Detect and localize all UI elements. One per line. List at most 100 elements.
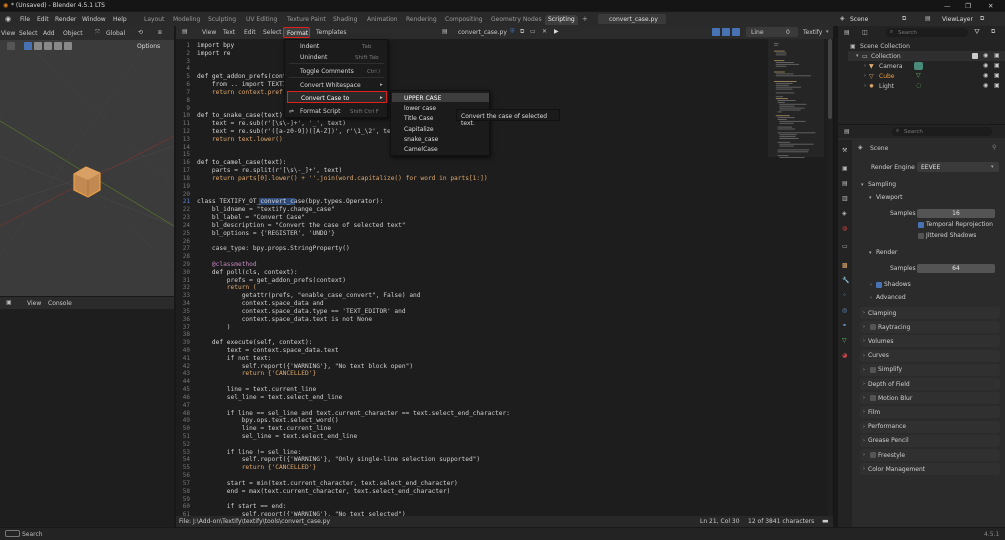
- panel-performance[interactable]: › Performance: [860, 420, 1000, 433]
- viewport-menu-add[interactable]: Add: [43, 30, 55, 37]
- word-wrap-toggle-icon[interactable]: [722, 28, 730, 36]
- panel-raytracing[interactable]: › Raytracing: [860, 321, 1000, 334]
- new-view-layer-icon[interactable]: ⧉: [980, 15, 984, 23]
- line-number-field[interactable]: Line 0: [746, 27, 798, 37]
- physics-tab-icon[interactable]: ◎: [842, 307, 847, 314]
- submenu-item-lower-case[interactable]: lower case: [404, 105, 436, 112]
- outliner-scene-collection[interactable]: Scene Collection: [860, 43, 910, 50]
- panel-grease-pencil[interactable]: › Grease Pencil: [860, 434, 1000, 447]
- editor-menu-text[interactable]: Text: [223, 29, 235, 36]
- text-block-name[interactable]: convert_case.py: [458, 29, 507, 36]
- viewport-menu-view[interactable]: View: [1, 30, 15, 37]
- render-camera-icon[interactable]: ▣: [994, 72, 1000, 79]
- new-collection-icon[interactable]: ⧉: [991, 28, 995, 36]
- render-camera-icon[interactable]: ▣: [994, 82, 1000, 89]
- panel-film[interactable]: › Film: [860, 406, 1000, 419]
- view-layer-tab-icon[interactable]: ▥: [842, 195, 848, 202]
- expand-arrow-icon[interactable]: ›: [864, 83, 866, 89]
- tab-rendering[interactable]: Rendering: [403, 15, 440, 25]
- editor-scrollbar[interactable]: [828, 39, 832, 516]
- panel-curves[interactable]: › Curves: [860, 349, 1000, 362]
- menu-item-convert-whitespace[interactable]: Convert Whitespace: [300, 82, 361, 89]
- outliner-row-camera[interactable]: › ▼ Camera ◉ ▣: [848, 61, 1005, 71]
- expand-arrow-icon[interactable]: ▾: [856, 53, 859, 59]
- submenu-item-camel-case[interactable]: CamelCase: [404, 146, 438, 153]
- tab-sculpting[interactable]: Sculpting: [205, 15, 239, 25]
- expand-arrow-icon[interactable]: ›: [864, 73, 866, 79]
- blender-menu-icon[interactable]: ◉: [5, 15, 11, 23]
- select-invert-icon[interactable]: [54, 42, 62, 50]
- tab-modeling[interactable]: Modeling: [170, 15, 203, 25]
- add-workspace-button[interactable]: +: [582, 15, 588, 23]
- editor-menu-edit[interactable]: Edit: [244, 29, 256, 36]
- subpanel-viewport[interactable]: Viewport: [876, 194, 903, 201]
- tab-texture-paint[interactable]: Texture Paint: [284, 15, 329, 25]
- panel-motion-blur[interactable]: › Motion Blur: [860, 392, 1000, 405]
- filter-icon[interactable]: ⛛: [974, 28, 980, 37]
- tab-animation[interactable]: Animation: [364, 15, 401, 25]
- display-mode-icon[interactable]: ◫: [862, 29, 868, 36]
- render-tab-icon[interactable]: ▣: [842, 165, 848, 172]
- properties-editor-icon[interactable]: ▤: [844, 128, 850, 135]
- transform-orientation-dropdown[interactable]: Global: [106, 30, 125, 37]
- shadows-checkbox[interactable]: [876, 282, 882, 288]
- tab-layout[interactable]: Layout: [141, 15, 167, 25]
- python-console[interactable]: [0, 297, 174, 527]
- editor-type-icon[interactable]: ▣: [6, 299, 12, 306]
- menu-item-unindent[interactable]: Unindent: [300, 54, 327, 61]
- fake-user-icon[interactable]: ⛨: [510, 28, 515, 36]
- close-button[interactable]: ✕: [988, 2, 993, 10]
- panel-sampling[interactable]: Sampling: [868, 181, 896, 188]
- material-tab-icon[interactable]: ◕: [842, 352, 847, 359]
- editor-scrollbar-thumb[interactable]: [828, 39, 832, 119]
- render-samples-field[interactable]: 64: [917, 264, 995, 273]
- pin-icon[interactable]: ⚲: [992, 144, 996, 151]
- editor-menu-select[interactable]: Select: [263, 29, 282, 36]
- view-layer-selector[interactable]: ViewLayer: [942, 16, 973, 23]
- select-intersect-icon[interactable]: [64, 42, 72, 50]
- scene-selector[interactable]: Scene: [850, 16, 868, 23]
- viewport-menu-object[interactable]: Object: [63, 30, 83, 37]
- editor-menu-templates[interactable]: Templates: [316, 29, 347, 36]
- visibility-eye-icon[interactable]: ◉: [983, 72, 988, 79]
- particles-tab-icon[interactable]: ⁘: [842, 292, 847, 299]
- object-tab-icon[interactable]: ▩: [842, 262, 848, 269]
- submenu-item-title-case[interactable]: Title Case: [404, 115, 433, 122]
- viewport-options-button[interactable]: Options: [137, 43, 160, 50]
- menu-help[interactable]: Help: [113, 16, 127, 23]
- line-numbers-toggle-icon[interactable]: [712, 28, 720, 36]
- visibility-eye-icon[interactable]: ◉: [983, 52, 988, 59]
- tab-shading[interactable]: Shading: [330, 15, 360, 25]
- menu-file[interactable]: File: [20, 16, 30, 23]
- editor-menu-view[interactable]: View: [202, 29, 216, 36]
- render-camera-icon[interactable]: ▣: [994, 52, 1000, 59]
- folder-icon[interactable]: ▬: [822, 517, 829, 525]
- subpanel-advanced[interactable]: Advanced: [876, 294, 906, 301]
- editor-menu-format[interactable]: Format: [283, 27, 310, 38]
- panel-enable-checkbox[interactable]: [870, 452, 876, 458]
- tab-scripting[interactable]: Scripting: [545, 15, 578, 25]
- outliner-search-input[interactable]: ⌕ Search: [886, 28, 968, 37]
- minimize-button[interactable]: —: [944, 2, 951, 10]
- open-text-icon[interactable]: ▭: [530, 28, 536, 35]
- run-script-icon[interactable]: ▶: [554, 28, 559, 35]
- select-box-icon[interactable]: [24, 42, 32, 50]
- panel-volumes[interactable]: › Volumes: [860, 335, 1000, 348]
- pivot-icon[interactable]: ⟲: [138, 29, 143, 36]
- file-tab[interactable]: convert_case.py: [598, 14, 666, 24]
- expand-arrow-icon[interactable]: ›: [864, 63, 866, 69]
- scene-tab-icon[interactable]: ◈: [842, 210, 847, 217]
- viewport-samples-field[interactable]: 16: [917, 209, 995, 218]
- select-subtract-icon[interactable]: [44, 42, 52, 50]
- render-engine-dropdown[interactable]: EEVEE ▾: [917, 162, 999, 172]
- world-tab-icon[interactable]: ◍: [842, 225, 847, 232]
- panel-freestyle[interactable]: › Freestyle: [860, 449, 1000, 461]
- menu-window[interactable]: Window: [82, 16, 106, 23]
- unlink-text-icon[interactable]: ✕: [542, 28, 547, 35]
- collapse-arrow-icon[interactable]: ▾: [861, 182, 864, 188]
- properties-search-input[interactable]: ⌕ Search: [892, 127, 992, 136]
- jittered-shadows-checkbox[interactable]: [918, 233, 924, 239]
- subpanel-render[interactable]: Render: [876, 249, 897, 256]
- tab-geometry-nodes[interactable]: Geometry Nodes: [488, 15, 545, 25]
- panel-enable-checkbox[interactable]: [870, 324, 876, 331]
